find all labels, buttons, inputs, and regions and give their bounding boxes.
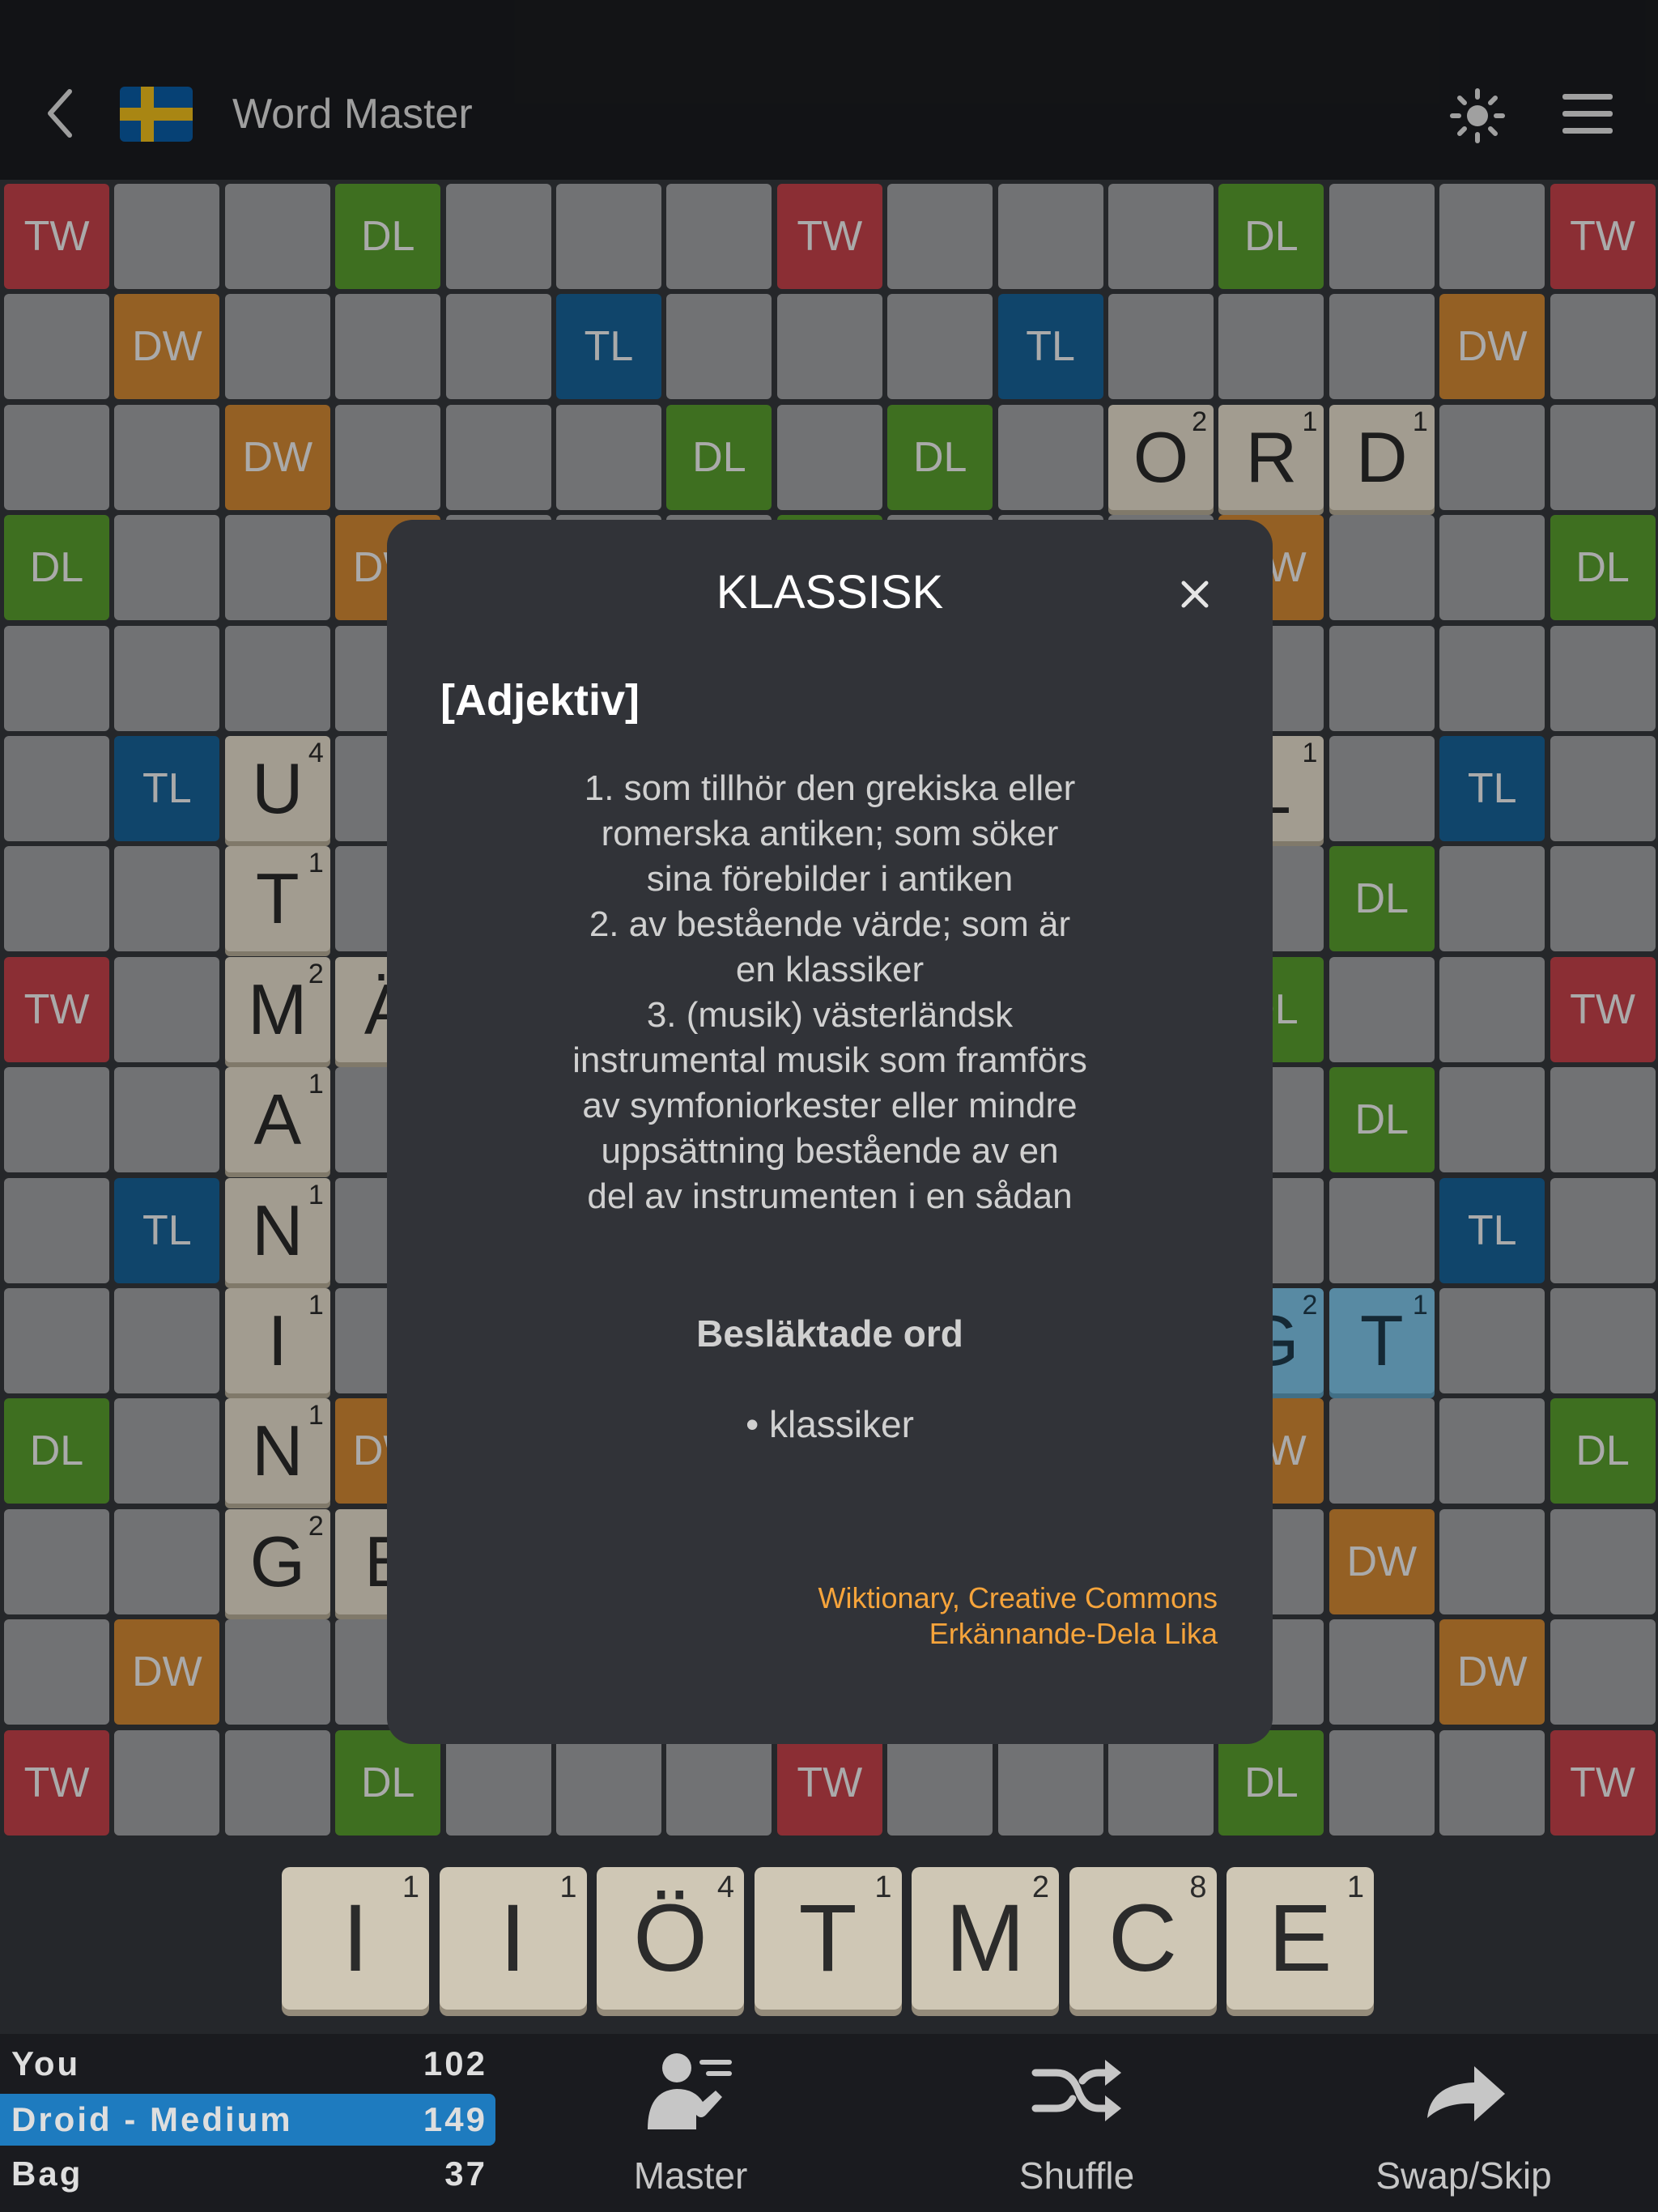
rack-tile-letter: I bbox=[342, 1885, 369, 1992]
score-droid-label: Droid - Medium bbox=[11, 2100, 293, 2138]
definition-item: 3. (musik) västerländsk instrumental mus… bbox=[572, 995, 1087, 1216]
definition-item: 2. av bestående värde; som är en klassik… bbox=[589, 904, 1071, 989]
score-you-value: 102 bbox=[423, 2044, 487, 2082]
master-label: Master bbox=[633, 2155, 748, 2197]
dialog-title: KLASSISK bbox=[716, 566, 944, 619]
score-droid-value: 149 bbox=[423, 2100, 487, 2138]
score-you-label: You bbox=[11, 2044, 81, 2082]
shuffle-button[interactable]: Shuffle bbox=[955, 2048, 1198, 2202]
shuffle-icon bbox=[1031, 2060, 1121, 2121]
rack-tile-letter: C bbox=[1107, 1885, 1178, 1992]
credit-line: Wiktionary, Creative Commons bbox=[818, 1581, 1218, 1614]
related-word[interactable]: • klassiker bbox=[387, 1402, 1273, 1446]
rack-tile[interactable]: I1 bbox=[282, 1867, 429, 2010]
rack-tile[interactable]: I1 bbox=[439, 1867, 587, 2010]
definition-list: 1. som tillhör den grekiska eller romers… bbox=[452, 766, 1208, 1219]
rack-tile[interactable]: T1 bbox=[754, 1867, 902, 2010]
rack-tile-letter: M bbox=[945, 1885, 1026, 1992]
score-you: You 102 bbox=[0, 2038, 495, 2090]
rack-tile-letter: I bbox=[500, 1885, 526, 1992]
close-icon[interactable] bbox=[1179, 578, 1211, 610]
definition-item: 1. som tillhör den grekiska eller romers… bbox=[584, 768, 1076, 899]
score-droid: Droid - Medium 149 bbox=[0, 2094, 495, 2146]
swap-skip-button[interactable]: Swap/Skip bbox=[1342, 2048, 1585, 2202]
master-person-icon bbox=[648, 2053, 732, 2129]
rack-tile-points: 1 bbox=[874, 1870, 892, 1904]
rack-tile-letter: E bbox=[1268, 1885, 1333, 1992]
rack-tile-points: 1 bbox=[402, 1870, 419, 1904]
rack-tile[interactable]: M2 bbox=[912, 1867, 1059, 2010]
shuffle-label: Shuffle bbox=[1018, 2155, 1135, 2197]
part-of-speech: [Adjektiv] bbox=[440, 676, 640, 725]
rack-tile-points: 1 bbox=[1346, 1870, 1364, 1904]
source-credit[interactable]: Wiktionary, Creative Commons Erkännande-… bbox=[818, 1580, 1218, 1652]
rack-tile-letter: T bbox=[798, 1885, 857, 1992]
score-bag-label: Bag bbox=[11, 2155, 83, 2193]
rack-tile-points: 4 bbox=[716, 1870, 734, 1904]
rack-tile[interactable]: E1 bbox=[1226, 1867, 1374, 2010]
definition-dialog: KLASSISK [Adjektiv] 1. som tillhör den g… bbox=[387, 520, 1273, 1744]
rack-tile-letter: Ö bbox=[633, 1885, 708, 1992]
related-words-heading: Besläktade ord bbox=[696, 1312, 963, 1355]
rack-tile-points: 8 bbox=[1189, 1870, 1207, 1904]
rack-tile-points: 1 bbox=[559, 1870, 577, 1904]
score-bag: Bag 37 bbox=[0, 2148, 495, 2200]
forward-arrow-icon bbox=[1427, 2066, 1505, 2121]
score-bag-value: 37 bbox=[444, 2155, 487, 2193]
rack-tile[interactable]: C8 bbox=[1069, 1867, 1217, 2010]
master-button[interactable]: Master bbox=[569, 2048, 812, 2202]
credit-line: Erkännande-Dela Lika bbox=[929, 1617, 1218, 1650]
swap-skip-label: Swap/Skip bbox=[1375, 2155, 1552, 2197]
rack-tile[interactable]: Ö4 bbox=[597, 1867, 744, 2010]
rack-tile-points: 2 bbox=[1031, 1870, 1049, 1904]
